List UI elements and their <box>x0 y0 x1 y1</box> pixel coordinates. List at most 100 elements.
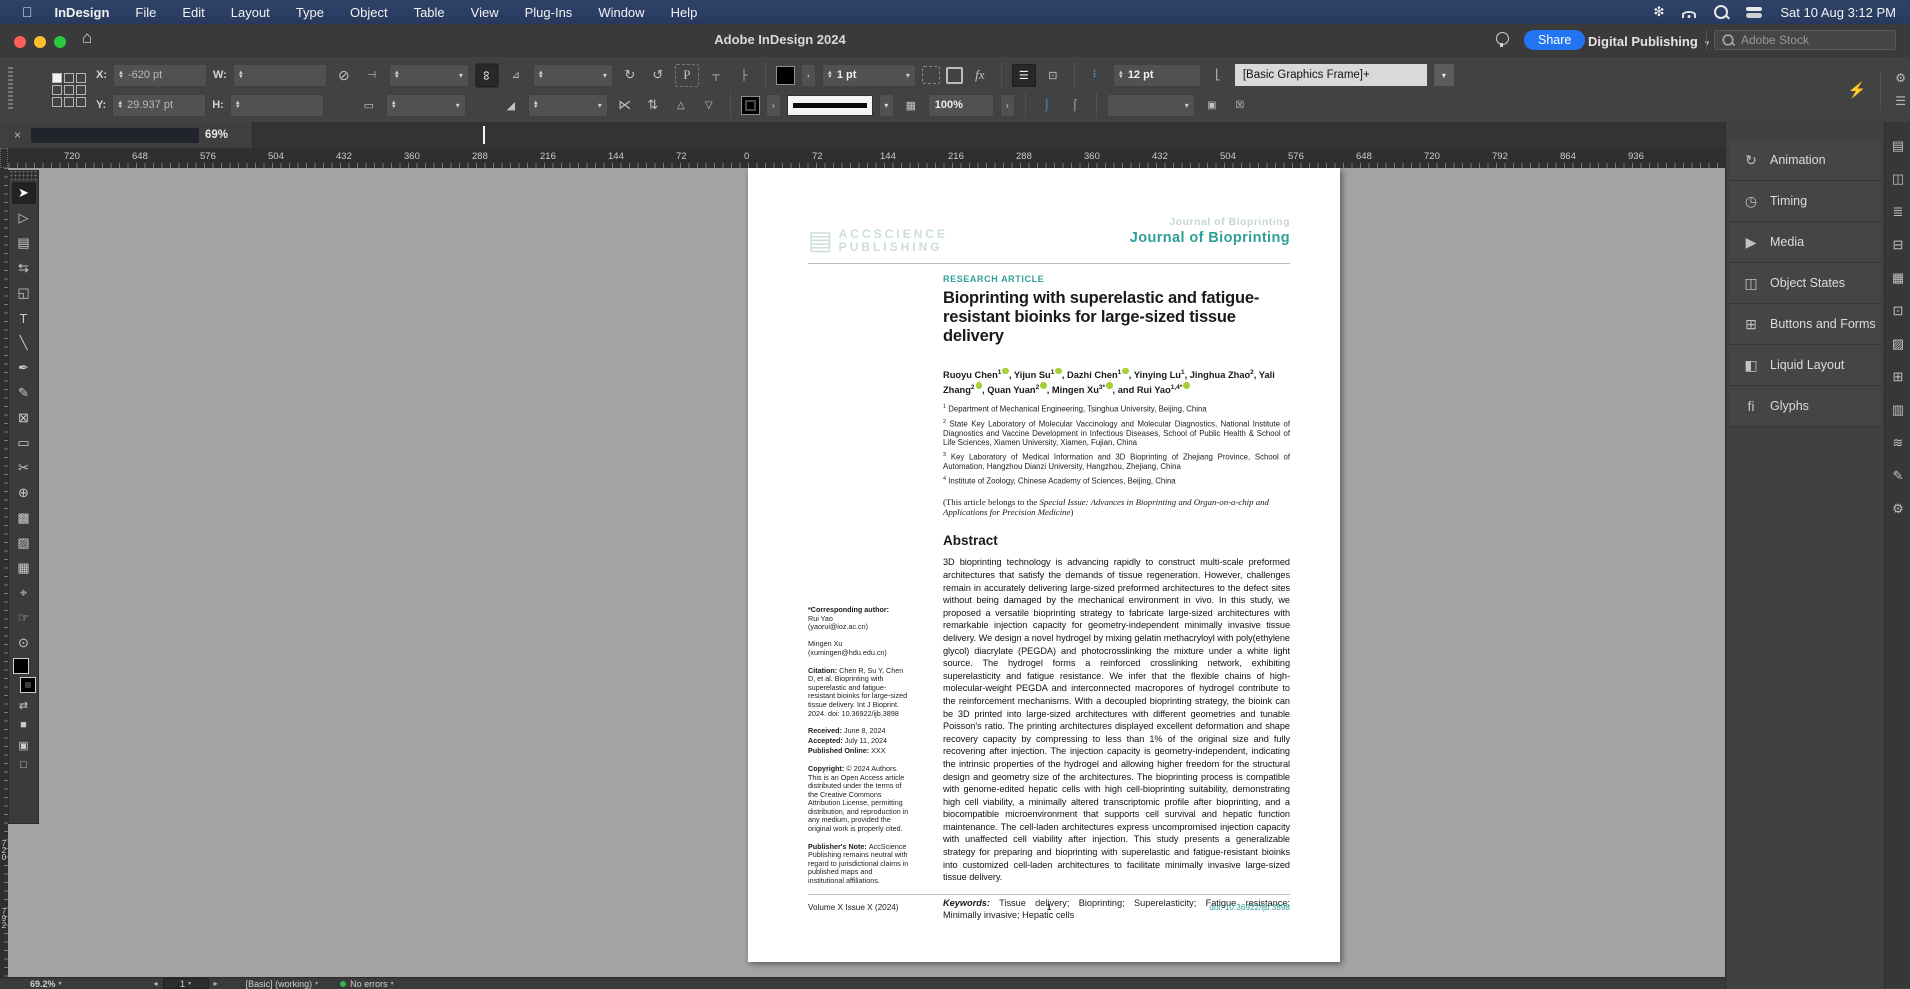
style-override-icon[interactable]: ▣ <box>1201 95 1223 116</box>
constrain-proportions-icon[interactable]: ⊘ <box>333 65 355 86</box>
link-scale-icon[interactable]: ∞ <box>475 63 498 87</box>
clear-overrides-icon[interactable]: ☒ <box>1229 95 1251 116</box>
gradient-swatch-tool[interactable]: ▩ <box>12 507 36 529</box>
menu-view[interactable]: View <box>471 5 499 20</box>
menu-type[interactable]: Type <box>296 5 324 20</box>
shear-angle-combo[interactable]: ▲▼▾ <box>528 94 608 117</box>
scale-x-percent-combo[interactable]: ▲▼▾ <box>389 64 469 87</box>
document-tab[interactable]: × 69% <box>0 122 253 148</box>
stroke-weight-combo[interactable]: ▲▼1 pt▾ <box>822 64 916 87</box>
collapsed-panel-icon[interactable]: ⊡ <box>1893 303 1904 319</box>
menu-help[interactable]: Help <box>671 5 698 20</box>
object-style-chevron[interactable]: ▾ <box>1433 64 1454 86</box>
x-position-field[interactable]: ▲▼-620 pt <box>113 64 207 87</box>
corner-shape-icon[interactable] <box>946 67 963 84</box>
panel-media[interactable]: ▶Media <box>1729 222 1881 263</box>
scale-y-percent-combo[interactable]: ▲▼▾ <box>386 94 466 117</box>
zoom-tool[interactable]: ⊙ <box>12 632 36 654</box>
space-value-combo[interactable]: ▲▼12 pt <box>1113 64 1201 87</box>
quick-apply-icon[interactable]: ⚡ <box>1848 81 1867 99</box>
eyedropper-tool[interactable]: ⌖ <box>12 582 36 604</box>
apple-menu-icon[interactable]:  <box>22 4 33 20</box>
rotate-ccw-icon[interactable]: ↺ <box>647 65 669 86</box>
frame-fitting-icon[interactable]: ⠇ <box>1085 65 1107 86</box>
preflight-menu[interactable]: [Basic] (working) ▾ <box>246 979 319 989</box>
wrap-around-icon[interactable]: ⊡ <box>1042 65 1064 86</box>
page-number-combo[interactable]: 1▾ <box>163 978 209 989</box>
preflight-status[interactable]: No errors ▾ <box>340 979 394 989</box>
free-transform-icon[interactable]: P <box>675 64 699 87</box>
gap-tool[interactable]: ⇆ <box>12 257 36 279</box>
menu-table[interactable]: Table <box>414 5 445 20</box>
collapsed-panel-icon[interactable]: ✎ <box>1893 468 1904 484</box>
tab-close-icon[interactable]: × <box>14 128 21 142</box>
rectangle-frame-tool[interactable]: ⊠ <box>12 407 36 429</box>
screen-mode-icon[interactable]: □ <box>12 756 36 774</box>
workspace-switcher[interactable]: Digital Publishing▾ <box>1588 34 1709 49</box>
apply-color-icon[interactable]: ■ <box>12 716 36 734</box>
collapsed-panel-icon[interactable]: ⚙ <box>1892 501 1904 517</box>
hand-tool[interactable]: ☞ <box>12 607 36 629</box>
menu-layout[interactable]: Layout <box>231 5 270 20</box>
collapsed-panel-icon[interactable]: ▨ <box>1892 336 1904 352</box>
free-transform-tool[interactable]: ⊕ <box>12 482 36 504</box>
opacity-combo[interactable]: 100% <box>928 94 994 117</box>
control-center-icon[interactable] <box>1746 7 1762 18</box>
fill-options-button[interactable]: › <box>801 64 816 87</box>
effects-fx-icon[interactable]: fx <box>969 65 991 86</box>
collapsed-panel-icon[interactable]: ▤ <box>1892 138 1904 154</box>
collapsed-panel-icon[interactable]: ⊞ <box>1893 369 1904 385</box>
rectangle-tool[interactable]: ▭ <box>12 432 36 454</box>
cc-sync-icon[interactable]: ❇ <box>1653 4 1664 20</box>
align-top-icon[interactable]: ⌡ <box>1036 95 1058 116</box>
collapsed-panel-icon[interactable]: ≋ <box>1893 435 1904 451</box>
width-field[interactable]: ▲▼ <box>233 64 327 87</box>
menu-edit[interactable]: Edit <box>182 5 204 20</box>
type-tool[interactable]: T <box>12 307 36 329</box>
adobe-stock-search-input[interactable]: Adobe Stock <box>1714 30 1896 50</box>
content-collector-tool[interactable]: ◱ <box>12 282 36 304</box>
panel-grip[interactable] <box>8 67 13 111</box>
gradient-feather-tool[interactable]: ▨ <box>12 532 36 554</box>
view-mode-normal-icon[interactable]: ▣ <box>12 736 36 754</box>
collapsed-panel-icon[interactable]: ◫ <box>1892 171 1904 187</box>
stroke-color-swatch[interactable] <box>741 96 760 115</box>
page-tool[interactable]: ▤ <box>12 232 36 254</box>
stroke-swatch-icon[interactable] <box>21 678 35 692</box>
share-button[interactable]: Share <box>1524 30 1585 50</box>
y-position-field[interactable]: ▲▼29.937 pt <box>112 94 206 117</box>
line-tool[interactable]: ╲ <box>12 332 36 354</box>
secondary-combo[interactable]: ▾ <box>1107 94 1195 117</box>
stroke-options-button[interactable]: › <box>766 94 781 117</box>
rotate-cw-icon[interactable]: ↻ <box>619 65 641 86</box>
menu-indesign[interactable]: InDesign <box>55 5 110 20</box>
swap-fill-stroke-icon[interactable]: ⇄ <box>12 696 36 714</box>
collapsed-panel-icon[interactable]: ▦ <box>1892 270 1904 286</box>
learn-lightbulb-icon[interactable] <box>1496 32 1509 45</box>
wifi-icon[interactable] <box>1682 7 1696 18</box>
nav-up-icon[interactable]: △ <box>670 95 692 116</box>
toolbar-grip[interactable] <box>9 171 38 180</box>
menu-window[interactable]: Window <box>598 5 644 20</box>
panel-animation[interactable]: ↻Animation <box>1729 140 1881 181</box>
panel-menu-icon[interactable]: ☰ <box>1895 94 1906 108</box>
nav-down-icon[interactable]: ▽ <box>698 95 720 116</box>
collapsed-panel-icon[interactable]: ⊟ <box>1893 237 1904 253</box>
select-container-icon[interactable]: ┬ <box>705 65 727 86</box>
wrap-none-icon[interactable]: ☰ <box>1012 64 1036 87</box>
collapsed-panel-icon[interactable]: ▥ <box>1892 402 1904 418</box>
pen-tool[interactable]: ✒ <box>12 357 36 379</box>
ruler-origin-box[interactable] <box>0 148 8 168</box>
menu-object[interactable]: Object <box>350 5 388 20</box>
select-content-icon[interactable]: ├ <box>733 65 755 86</box>
stroke-style-chevron[interactable]: ▾ <box>879 94 894 117</box>
zoom-level-combo[interactable]: 69.2%▾ <box>30 979 62 989</box>
scissors-tool[interactable]: ✂ <box>12 457 36 479</box>
height-field[interactable]: ▲▼ <box>230 94 324 117</box>
spotlight-icon[interactable] <box>1714 5 1728 19</box>
selection-tool[interactable]: ➤ <box>12 182 36 204</box>
menu-bar-clock[interactable]: Sat 10 Aug 3:12 PM <box>1780 5 1896 20</box>
reference-point-proxy[interactable] <box>52 73 86 107</box>
object-style-combo[interactable]: [Basic Graphics Frame]+ <box>1235 64 1427 86</box>
panel-glyphs[interactable]: ﬁGlyphs <box>1729 386 1881 427</box>
